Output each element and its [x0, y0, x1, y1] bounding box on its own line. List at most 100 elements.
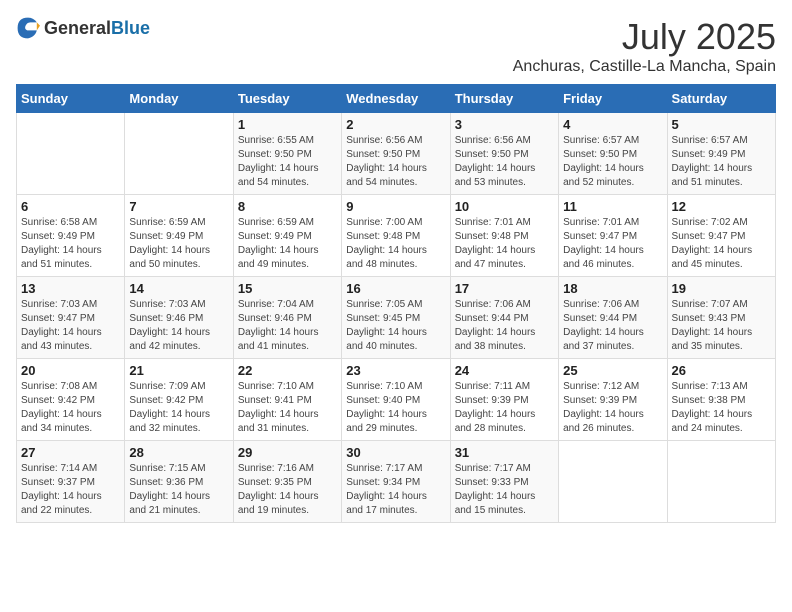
calendar-cell: 9 Sunrise: 7:00 AMSunset: 9:48 PMDaylight… [342, 195, 450, 277]
calendar-cell: 2Sunrise: 6:56 AMSunset: 9:50 PMDaylight… [342, 113, 450, 195]
calendar-week-row: 20 Sunrise: 7:08 AMSunset: 9:42 PMDayligh… [17, 359, 776, 441]
cell-info: Sunrise: 6:55 AMSunset: 9:50 PMDaylight:… [238, 134, 337, 190]
cell-info: Sunrise: 7:02 AMSunset: 9:47 PMDaylight:… [672, 216, 771, 272]
day-number: 29 [238, 445, 337, 460]
day-number: 30 [346, 445, 445, 460]
cell-info: Sunrise: 7:04 AMSunset: 9:46 PMDaylight:… [238, 298, 337, 354]
col-header-thursday: Thursday [450, 85, 558, 113]
cell-info: Sunrise: 7:01 AMSunset: 9:48 PMDaylight:… [455, 216, 554, 272]
calendar-cell [17, 113, 125, 195]
day-number: 5 [672, 117, 771, 132]
day-number: 26 [672, 363, 771, 378]
col-header-friday: Friday [559, 85, 667, 113]
calendar-cell: 25Sunrise: 7:12 AMSunset: 9:39 PMDayligh… [559, 359, 667, 441]
cell-info: Sunrise: 7:16 AMSunset: 9:35 PMDaylight:… [238, 462, 337, 518]
cell-info: Sunrise: 7:17 AMSunset: 9:34 PMDaylight:… [346, 462, 445, 518]
logo-icon [16, 16, 40, 40]
day-number: 8 [238, 199, 337, 214]
cell-info: Sunrise: 7:15 AMSunset: 9:36 PMDaylight:… [129, 462, 228, 518]
cell-info: Sunrise: 7:03 AMSunset: 9:47 PMDaylight:… [21, 298, 120, 354]
cell-info: Sunrise: 7:09 AMSunset: 9:42 PMDaylight:… [129, 380, 228, 436]
calendar-table: SundayMondayTuesdayWednesdayThursdayFrid… [16, 84, 776, 523]
day-number: 20 [21, 363, 120, 378]
day-number: 14 [129, 281, 228, 296]
col-header-wednesday: Wednesday [342, 85, 450, 113]
cell-info: Sunrise: 7:11 AMSunset: 9:39 PMDaylight:… [455, 380, 554, 436]
day-number: 28 [129, 445, 228, 460]
day-number: 25 [563, 363, 662, 378]
calendar-week-row: 27 Sunrise: 7:14 AMSunset: 9:37 PMDayligh… [17, 441, 776, 523]
day-number: 6 [21, 199, 120, 214]
calendar-cell: 29 Sunrise: 7:16 AMSunset: 9:35 PMDayligh… [233, 441, 341, 523]
day-number: 9 [346, 199, 445, 214]
calendar-cell: 27 Sunrise: 7:14 AMSunset: 9:37 PMDayligh… [17, 441, 125, 523]
calendar-cell: 31 Sunrise: 7:17 AMSunset: 9:33 PMDayligh… [450, 441, 558, 523]
cell-info: Sunrise: 7:10 AMSunset: 9:41 PMDaylight:… [238, 380, 337, 436]
day-number: 24 [455, 363, 554, 378]
day-number: 11 [563, 199, 662, 214]
cell-info: Sunrise: 6:57 AMSunset: 9:49 PMDaylight:… [672, 134, 771, 190]
calendar-cell: 17Sunrise: 7:06 AMSunset: 9:44 PMDayligh… [450, 277, 558, 359]
col-header-monday: Monday [125, 85, 233, 113]
calendar-cell: 18Sunrise: 7:06 AMSunset: 9:44 PMDayligh… [559, 277, 667, 359]
calendar-cell: 24 Sunrise: 7:11 AMSunset: 9:39 PMDayligh… [450, 359, 558, 441]
cell-info: Sunrise: 7:13 AMSunset: 9:38 PMDaylight:… [672, 380, 771, 436]
calendar-cell: 23 Sunrise: 7:10 AMSunset: 9:40 PMDayligh… [342, 359, 450, 441]
cell-info: Sunrise: 7:08 AMSunset: 9:42 PMDaylight:… [21, 380, 120, 436]
calendar-cell: 12Sunrise: 7:02 AMSunset: 9:47 PMDayligh… [667, 195, 775, 277]
cell-info: Sunrise: 7:07 AMSunset: 9:43 PMDaylight:… [672, 298, 771, 354]
calendar-cell: 26 Sunrise: 7:13 AMSunset: 9:38 PMDayligh… [667, 359, 775, 441]
calendar-cell [667, 441, 775, 523]
calendar-cell: 22 Sunrise: 7:10 AMSunset: 9:41 PMDayligh… [233, 359, 341, 441]
calendar-cell: 5 Sunrise: 6:57 AMSunset: 9:49 PMDaylight… [667, 113, 775, 195]
day-number: 1 [238, 117, 337, 132]
logo: GeneralBlue [16, 16, 150, 40]
day-number: 4 [563, 117, 662, 132]
day-number: 15 [238, 281, 337, 296]
cell-info: Sunrise: 7:01 AMSunset: 9:47 PMDaylight:… [563, 216, 662, 272]
cell-info: Sunrise: 6:56 AMSunset: 9:50 PMDaylight:… [455, 134, 554, 190]
calendar-header-row: SundayMondayTuesdayWednesdayThursdayFrid… [17, 85, 776, 113]
calendar-week-row: 13 Sunrise: 7:03 AMSunset: 9:47 PMDayligh… [17, 277, 776, 359]
logo-text: GeneralBlue [44, 18, 150, 39]
day-number: 7 [129, 199, 228, 214]
calendar-cell [559, 441, 667, 523]
day-number: 19 [672, 281, 771, 296]
calendar-cell: 7 Sunrise: 6:59 AMSunset: 9:49 PMDaylight… [125, 195, 233, 277]
day-number: 10 [455, 199, 554, 214]
day-number: 2 [346, 117, 445, 132]
calendar-cell: 20 Sunrise: 7:08 AMSunset: 9:42 PMDayligh… [17, 359, 125, 441]
calendar-cell: 28 Sunrise: 7:15 AMSunset: 9:36 PMDayligh… [125, 441, 233, 523]
day-number: 17 [455, 281, 554, 296]
calendar-week-row: 6 Sunrise: 6:58 AMSunset: 9:49 PMDaylight… [17, 195, 776, 277]
page-subtitle: Anchuras, Castille-La Mancha, Spain [513, 58, 776, 76]
cell-info: Sunrise: 7:17 AMSunset: 9:33 PMDaylight:… [455, 462, 554, 518]
cell-info: Sunrise: 6:58 AMSunset: 9:49 PMDaylight:… [21, 216, 120, 272]
day-number: 13 [21, 281, 120, 296]
calendar-week-row: 1 Sunrise: 6:55 AMSunset: 9:50 PMDaylight… [17, 113, 776, 195]
day-number: 27 [21, 445, 120, 460]
logo-general: General [44, 18, 111, 38]
col-header-saturday: Saturday [667, 85, 775, 113]
cell-info: Sunrise: 6:57 AMSunset: 9:50 PMDaylight:… [563, 134, 662, 190]
logo-blue: Blue [111, 18, 150, 38]
calendar-cell: 13 Sunrise: 7:03 AMSunset: 9:47 PMDayligh… [17, 277, 125, 359]
calendar-cell: 19 Sunrise: 7:07 AMSunset: 9:43 PMDayligh… [667, 277, 775, 359]
cell-info: Sunrise: 7:14 AMSunset: 9:37 PMDaylight:… [21, 462, 120, 518]
calendar-cell: 3Sunrise: 6:56 AMSunset: 9:50 PMDaylight… [450, 113, 558, 195]
calendar-cell: 6 Sunrise: 6:58 AMSunset: 9:49 PMDaylight… [17, 195, 125, 277]
calendar-cell: 16Sunrise: 7:05 AMSunset: 9:45 PMDayligh… [342, 277, 450, 359]
cell-info: Sunrise: 7:00 AMSunset: 9:48 PMDaylight:… [346, 216, 445, 272]
title-area: July 2025 Anchuras, Castille-La Mancha, … [513, 16, 776, 76]
day-number: 23 [346, 363, 445, 378]
cell-info: Sunrise: 7:06 AMSunset: 9:44 PMDaylight:… [563, 298, 662, 354]
cell-info: Sunrise: 7:10 AMSunset: 9:40 PMDaylight:… [346, 380, 445, 436]
calendar-cell: 4 Sunrise: 6:57 AMSunset: 9:50 PMDaylight… [559, 113, 667, 195]
calendar-cell [125, 113, 233, 195]
page-title: July 2025 [513, 16, 776, 58]
calendar-cell: 1 Sunrise: 6:55 AMSunset: 9:50 PMDaylight… [233, 113, 341, 195]
cell-info: Sunrise: 6:59 AMSunset: 9:49 PMDaylight:… [129, 216, 228, 272]
day-number: 22 [238, 363, 337, 378]
cell-info: Sunrise: 7:05 AMSunset: 9:45 PMDaylight:… [346, 298, 445, 354]
day-number: 31 [455, 445, 554, 460]
